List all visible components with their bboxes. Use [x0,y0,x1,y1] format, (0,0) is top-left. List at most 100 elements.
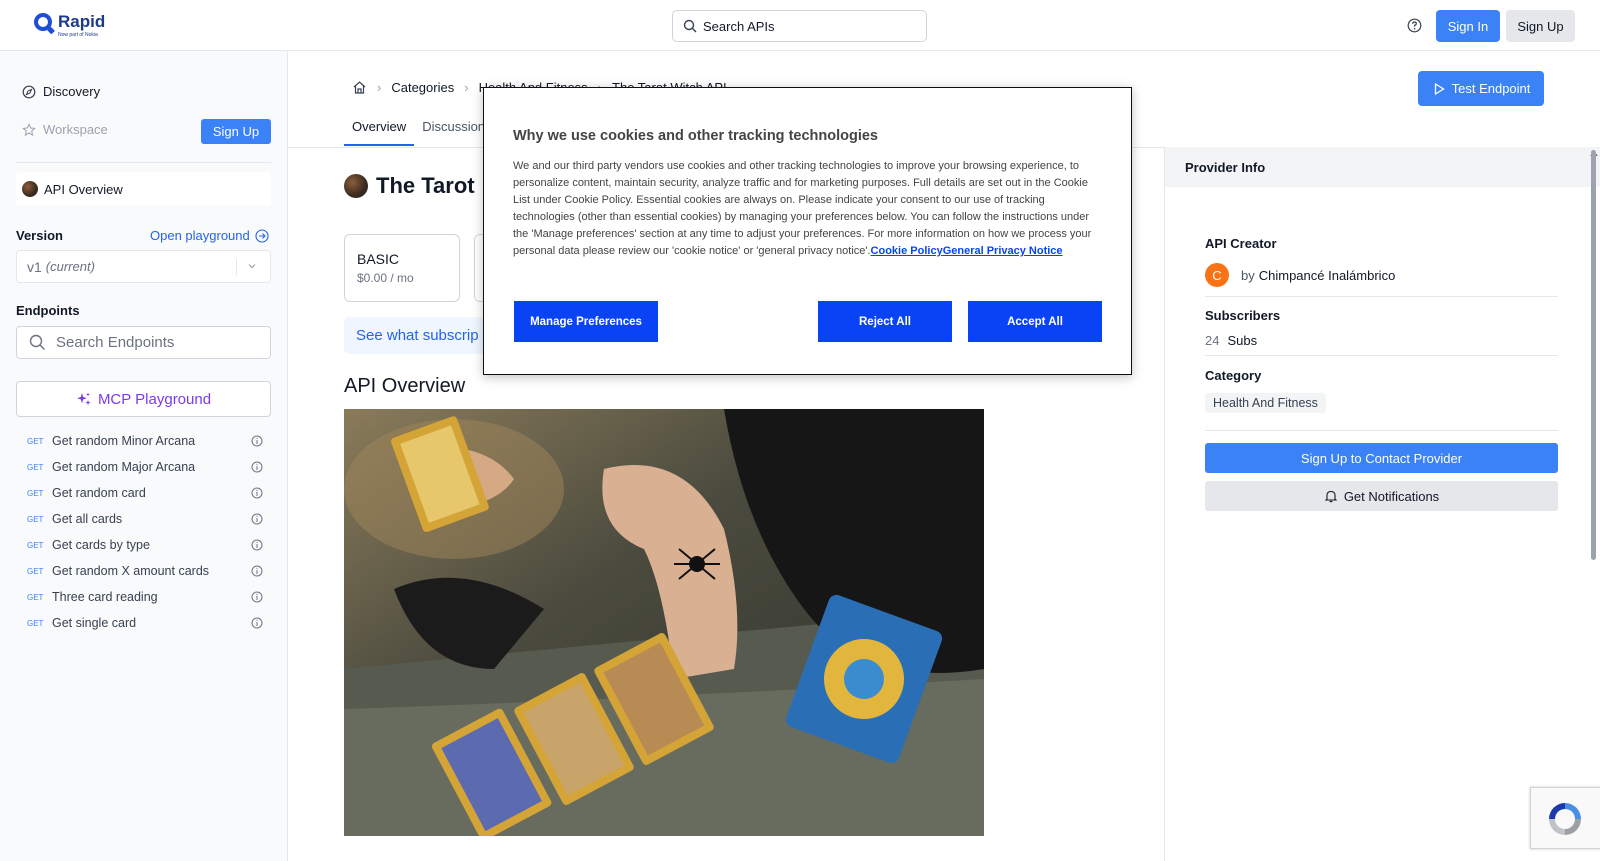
api-title-row: The Tarot [344,173,475,199]
version-label: Version [16,228,63,243]
endpoint-item[interactable]: GET Get random X amount cards [27,558,265,584]
endpoint-item[interactable]: GET Get single card [27,610,265,636]
logo-subtitle: Now part of Nokia [58,32,98,38]
endpoint-name: Get all cards [52,512,123,526]
endpoint-name: Get cards by type [52,538,150,552]
star-icon [22,122,36,137]
divider [16,162,271,163]
subscribers-unit: Subs [1227,333,1258,348]
compass-icon [22,85,36,99]
cookie-title: Why we use cookies and other tracking te… [513,128,878,144]
help-icon[interactable] [1407,18,1422,33]
endpoint-method: GET [27,462,44,472]
bell-icon [1324,490,1338,503]
category-label: Category [1205,368,1262,383]
info-icon[interactable] [251,591,263,603]
endpoint-name: Three card reading [52,590,158,604]
endpoint-item[interactable]: GET Get all cards [27,506,265,532]
sidebar-item-discovery[interactable]: Discovery [22,84,100,99]
api-avatar [22,181,38,197]
search-endpoints-input[interactable]: Search Endpoints [16,326,271,359]
version-current: (current) [45,259,95,274]
cookie-body: We and our third party vendors use cooki… [513,158,1105,260]
endpoint-item[interactable]: GET Get random Major Arcana [27,454,265,480]
rapid-logo-icon [34,13,52,31]
get-notifications-button[interactable]: Get Notifications [1205,481,1558,511]
info-icon[interactable] [251,617,263,629]
avatar: C [1205,263,1229,287]
api-creator-label: API Creator [1205,236,1277,251]
sidebar-item-workspace[interactable]: Workspace [22,122,108,137]
test-endpoint-label: Test Endpoint [1451,81,1531,96]
endpoint-name: Get random card [52,486,146,500]
info-icon[interactable] [251,565,263,577]
subscribers-value: 24 Subs [1205,333,1257,348]
sidebar-item-label: API Overview [44,181,123,197]
endpoint-method: GET [27,540,44,550]
search-icon [29,334,45,350]
sidebar-item-label: Workspace [43,122,108,137]
manage-preferences-button[interactable]: Manage Preferences [514,301,658,342]
page-title: The Tarot [376,173,475,198]
sign-up-button[interactable]: Sign Up [1506,10,1575,42]
endpoint-method: GET [27,488,44,498]
endpoint-method: GET [27,592,44,602]
scrollbar[interactable] [1591,150,1596,560]
endpoint-method: GET [27,618,44,628]
tab-bar: Overview Discussions [344,111,500,146]
creator-name: Chimpancé Inalámbrico [1258,267,1396,283]
info-icon[interactable] [251,513,263,525]
creator-by: by [1241,267,1255,283]
endpoint-item[interactable]: GET Get random card [27,480,265,506]
endpoint-item[interactable]: GET Three card reading [27,584,265,610]
test-endpoint-button[interactable]: Test Endpoint [1418,71,1544,106]
endpoint-method: GET [27,514,44,524]
recaptcha-badge[interactable] [1530,787,1600,849]
creator-row[interactable]: C by Chimpancé Inalámbrico [1205,263,1395,287]
search-apis-input[interactable]: Search APIs [672,10,927,42]
top-bar: Rapid Now part of Nokia Search APIs Sign… [0,0,1600,51]
accept-all-button[interactable]: Accept All [968,301,1102,342]
tarot-hero-image [344,409,984,836]
endpoint-method: GET [27,566,44,576]
info-icon[interactable] [251,539,263,551]
rapid-logo[interactable]: Rapid Now part of Nokia [34,13,105,39]
cookie-policy-link[interactable]: Cookie Policy [871,245,943,257]
plan-name: BASIC [357,251,400,267]
endpoint-name: Get single card [52,616,137,630]
mcp-playground-label: MCP Playground [97,390,212,408]
endpoint-name: Get random Major Arcana [52,460,196,474]
sidebar-sign-up-button[interactable]: Sign Up [201,119,271,144]
plan-price: $0.00 / mo [357,271,414,285]
category-badge[interactable]: Health And Fitness [1205,393,1326,413]
logo-name: Rapid [58,12,106,31]
chevron-down-icon [248,264,256,269]
privacy-notice-link[interactable]: General Privacy Notice [943,245,1063,257]
endpoint-item[interactable]: GET Get random Minor Arcana [27,428,265,454]
version-value: v1 [27,258,42,275]
overview-heading: API Overview [344,375,466,397]
version-select[interactable]: v1 (current) [16,250,271,283]
provider-panel: Provider Info API Creator C by Chimpancé… [1164,147,1600,861]
endpoint-item[interactable]: GET Get cards by type [27,532,265,558]
info-icon[interactable] [251,461,263,473]
search-icon [683,19,697,33]
info-icon[interactable] [251,487,263,499]
search-placeholder: Search APIs [703,18,775,34]
tab-overview[interactable]: Overview [344,111,415,146]
mcp-playground-button[interactable]: MCP Playground [16,381,271,417]
endpoint-method: GET [27,436,44,446]
sign-in-button[interactable]: Sign In [1436,10,1500,42]
endpoint-list: GET Get random Minor Arcana GET Get random … [27,428,265,636]
breadcrumb-item[interactable]: Categories [391,80,454,95]
reject-all-button[interactable]: Reject All [818,301,952,342]
plan-card-basic[interactable]: BASIC $0.00 / mo [344,234,460,302]
contact-provider-button[interactable]: Sign Up to Contact Provider [1205,443,1558,473]
recaptcha-icon [1549,803,1581,835]
open-playground-link[interactable]: Open playground [150,228,269,243]
sidebar-item-api-overview[interactable]: API Overview [16,172,271,206]
search-endpoints-placeholder: Search Endpoints [56,334,175,351]
home-icon[interactable] [352,80,367,95]
cookie-consent-dialog: Why we use cookies and other tracking te… [483,87,1132,375]
info-icon[interactable] [251,435,263,447]
